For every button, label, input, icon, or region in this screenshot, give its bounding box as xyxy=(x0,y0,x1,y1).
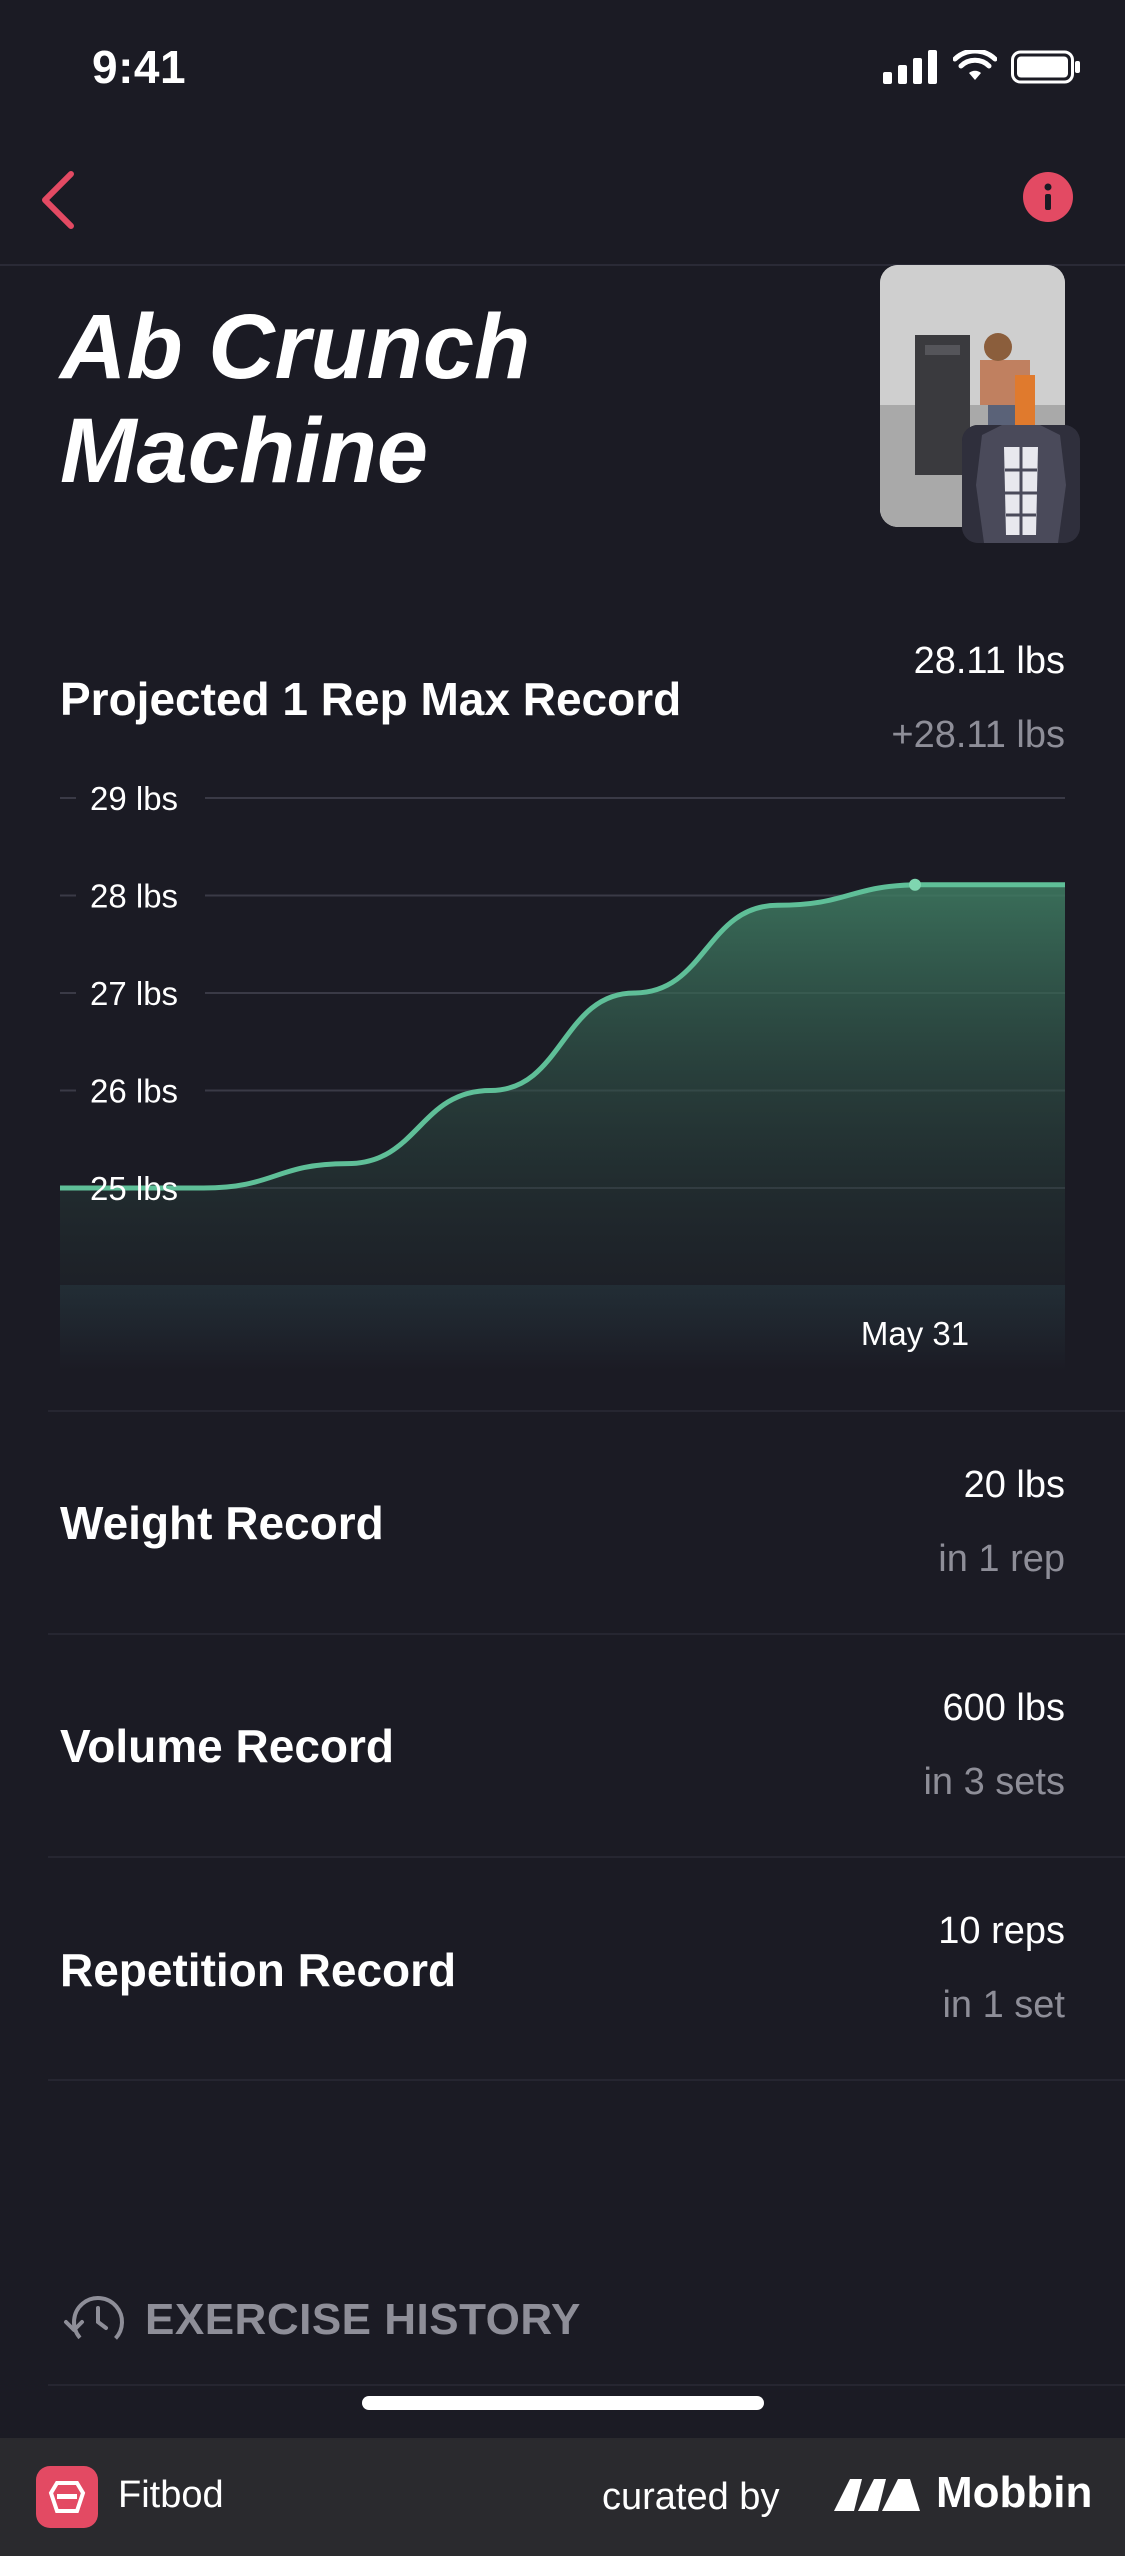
repetition-record-label: Repetition Record xyxy=(60,1944,457,1996)
divider xyxy=(48,2384,1125,2386)
chart-highlight-point xyxy=(909,878,921,891)
projected-1rm-label: Projected 1 Rep Max Record xyxy=(60,673,682,725)
divider xyxy=(48,1410,1125,1412)
history-clock-icon xyxy=(64,2296,124,2348)
weight-record-sub: in 1 rep xyxy=(938,1538,1065,1580)
fitbod-logo xyxy=(36,2466,98,2528)
info-button[interactable] xyxy=(1023,172,1073,222)
repetition-record-sub: in 1 set xyxy=(942,1984,1065,2026)
chart-y-tick-label: 26 lbs xyxy=(90,1073,178,1110)
chart-y-tick-label: 25 lbs xyxy=(90,1170,178,1207)
divider xyxy=(48,1856,1125,1858)
volume-record-label: Volume Record xyxy=(60,1720,394,1772)
mobbin-brand: Mobbin xyxy=(832,2468,1092,2518)
fitbod-logo-icon xyxy=(48,2481,86,2513)
projected-1rm-chart: 29 lbs 28 lbs 27 lbs 26 lbs 25 lbs May 31 xyxy=(60,780,1065,1370)
wifi-icon xyxy=(953,50,997,80)
mobbin-text: Mobbin xyxy=(936,2468,1093,2517)
mobbin-logo-icon xyxy=(834,2479,920,2511)
battery-icon xyxy=(1011,50,1080,84)
muscle-map xyxy=(962,425,1080,543)
chart-y-tick-label: 29 lbs xyxy=(90,780,178,817)
status-icons xyxy=(883,50,1081,84)
weight-record-label: Weight Record xyxy=(60,1497,384,1549)
info-icon xyxy=(1044,183,1052,210)
weight-record-value: 20 lbs xyxy=(963,1464,1065,1506)
abs-muscle-icon xyxy=(962,425,1080,543)
volume-record-value: 600 lbs xyxy=(942,1687,1065,1729)
divider xyxy=(48,2079,1125,2081)
chart-x-label: May 31 xyxy=(861,1315,969,1352)
exercise-title-line1: Ab Crunch xyxy=(60,296,531,398)
chart-y-tick-label: 28 lbs xyxy=(90,878,178,915)
signal-icon xyxy=(883,50,937,84)
exercise-title: Ab Crunch Machine xyxy=(60,295,820,503)
curated-by-text: curated by xyxy=(602,2476,780,2518)
chart-y-tick-label: 27 lbs xyxy=(90,975,178,1012)
fitbod-brand: Fitbod xyxy=(118,2474,224,2516)
exercise-title-line2: Machine xyxy=(60,400,429,502)
chevron-left-icon xyxy=(42,171,74,229)
home-indicator[interactable] xyxy=(362,2396,764,2410)
divider xyxy=(48,1633,1125,1635)
chart-area-fill xyxy=(60,884,1065,1370)
volume-record-sub: in 3 sets xyxy=(923,1761,1065,1803)
projected-1rm-value: 28.11 lbs xyxy=(913,640,1065,682)
back-button[interactable] xyxy=(22,160,92,240)
exercise-history-button[interactable]: EXERCISE HISTORY xyxy=(145,2295,581,2345)
status-time: 9:41 xyxy=(92,41,187,93)
repetition-record-value: 10 reps xyxy=(938,1910,1065,1952)
projected-1rm-delta: +28.11 lbs xyxy=(891,714,1065,756)
